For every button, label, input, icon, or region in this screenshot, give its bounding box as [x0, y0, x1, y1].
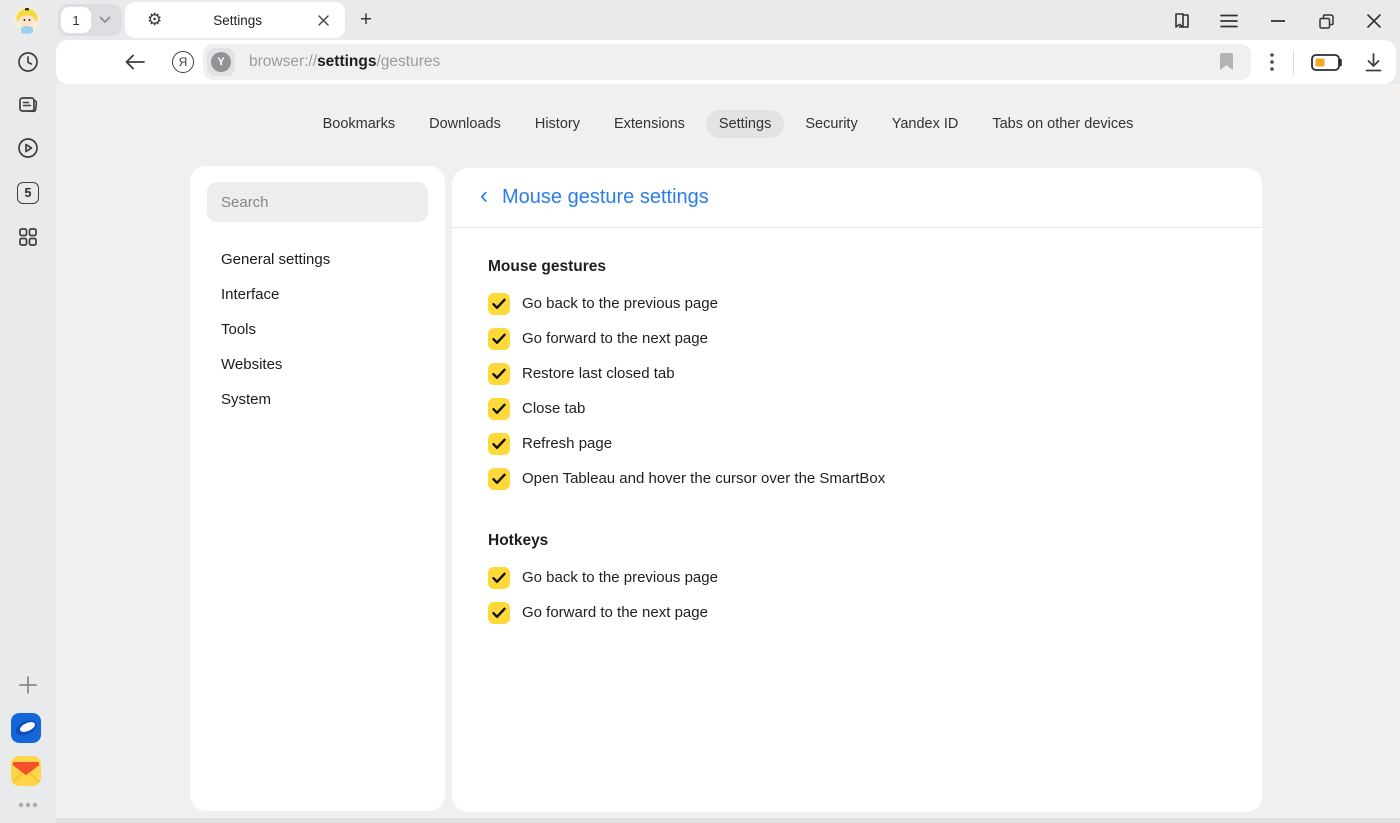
- settings-nav-tab[interactable]: Security: [792, 110, 870, 138]
- tab-group-badge: 1: [61, 7, 91, 33]
- checkbox-label: Go back to the previous page: [522, 295, 718, 312]
- checkbox-row[interactable]: Go back to the previous page: [488, 286, 1226, 321]
- settings-menu-item[interactable]: Websites: [207, 347, 428, 382]
- close-tab-icon[interactable]: [313, 10, 333, 30]
- feed-icon[interactable]: [12, 89, 44, 121]
- mouse-gestures-section: Mouse gestures Go back to the previous p…: [488, 258, 1226, 496]
- gear-icon: ⚙: [147, 10, 162, 30]
- side-panel-icon[interactable]: [1169, 8, 1195, 34]
- address-bar[interactable]: Y browser://settings/gestures: [203, 44, 1251, 80]
- settings-nav-tab[interactable]: Tabs on other devices: [979, 110, 1146, 138]
- kebab-menu-icon[interactable]: [1260, 50, 1284, 74]
- tabs-count-badge: 5: [17, 182, 39, 204]
- tabs-count-icon[interactable]: 5: [12, 177, 44, 209]
- settings-nav-tab[interactable]: Yandex ID: [879, 110, 972, 138]
- settings-nav-tab[interactable]: Bookmarks: [310, 110, 409, 138]
- checkbox-checked-icon[interactable]: [488, 363, 510, 385]
- section-heading: Hotkeys: [488, 532, 1226, 550]
- checkbox-checked-icon[interactable]: [488, 398, 510, 420]
- settings-nav-tab[interactable]: Extensions: [601, 110, 698, 138]
- section-heading: Mouse gestures: [488, 258, 1226, 276]
- new-tab-button[interactable]: +: [354, 8, 378, 32]
- profile-avatar[interactable]: [13, 6, 41, 34]
- downloads-icon[interactable]: [1361, 50, 1385, 74]
- maximize-icon[interactable]: [1313, 8, 1339, 34]
- tab-settings[interactable]: ⚙ Settings: [125, 2, 345, 38]
- checkbox-row[interactable]: Refresh page: [488, 426, 1226, 461]
- settings-menu-item[interactable]: Tools: [207, 312, 428, 347]
- checkbox-checked-icon[interactable]: [488, 293, 510, 315]
- checkbox-label: Close tab: [522, 400, 585, 417]
- apps-grid-icon[interactable]: [12, 221, 44, 253]
- settings-nav-tab[interactable]: History: [522, 110, 593, 138]
- checkbox-row[interactable]: Open Tableau and hover the cursor over t…: [488, 461, 1226, 496]
- checkbox-label: Go back to the previous page: [522, 569, 718, 586]
- mail-app-icon[interactable]: [11, 756, 41, 786]
- page-title[interactable]: Mouse gesture settings: [502, 186, 709, 209]
- settings-page: Bookmarks Downloads History Extensions S…: [56, 84, 1400, 818]
- url-host: settings: [317, 53, 376, 70]
- checkbox-checked-icon[interactable]: [488, 433, 510, 455]
- settings-top-nav: Bookmarks Downloads History Extensions S…: [56, 110, 1400, 138]
- settings-menu-item[interactable]: System: [207, 382, 428, 417]
- settings-content-card: ‹ Mouse gesture settings Mouse gestures …: [452, 168, 1262, 812]
- window-bottom-edge: [56, 818, 1400, 823]
- content-header: ‹ Mouse gesture settings: [452, 168, 1262, 228]
- checkbox-label: Open Tableau and hover the cursor over t…: [522, 470, 885, 487]
- close-icon[interactable]: [1361, 8, 1387, 34]
- yandex-start-icon[interactable]: Я: [171, 50, 195, 74]
- checkbox-checked-icon[interactable]: [488, 468, 510, 490]
- settings-nav-tab[interactable]: Downloads: [416, 110, 514, 138]
- menu-icon[interactable]: [1216, 8, 1242, 34]
- checkbox-row[interactable]: Go forward to the next page: [488, 595, 1226, 630]
- hotkeys-section: Hotkeys Go back to the previous page: [488, 532, 1226, 630]
- checkbox-row[interactable]: Go back to the previous page: [488, 560, 1226, 595]
- url-scheme: browser://: [249, 53, 317, 70]
- history-icon[interactable]: [12, 46, 44, 78]
- site-badge-icon[interactable]: Y: [207, 48, 235, 76]
- settings-menu: General settings Interface Tools Website…: [207, 242, 428, 417]
- settings-menu-item[interactable]: Interface: [207, 277, 428, 312]
- tab-group-selector[interactable]: 1: [58, 4, 122, 36]
- battery-icon[interactable]: [1310, 50, 1344, 74]
- browser-toolbar: Я Y browser://settings/gestures: [56, 40, 1396, 84]
- search-input[interactable]: [207, 194, 434, 211]
- checkbox-label: Go forward to the next page: [522, 604, 708, 621]
- url-text: browser://settings/gestures: [249, 53, 440, 71]
- checkbox-label: Go forward to the next page: [522, 330, 708, 347]
- back-icon[interactable]: [123, 50, 147, 74]
- checkbox-row[interactable]: Restore last closed tab: [488, 356, 1226, 391]
- settings-sidebar-card: General settings Interface Tools Website…: [190, 166, 445, 811]
- mouse-gestures-list: Go back to the previous page Go forward …: [488, 286, 1226, 496]
- add-icon[interactable]: [12, 669, 44, 701]
- window-sidebar: 5: [0, 0, 56, 823]
- checkbox-row[interactable]: Go forward to the next page: [488, 321, 1226, 356]
- minimize-icon[interactable]: [1265, 8, 1291, 34]
- back-chevron-icon[interactable]: ‹: [472, 184, 496, 212]
- url-path: /gestures: [377, 53, 441, 70]
- checkbox-label: Refresh page: [522, 435, 612, 452]
- hotkeys-list: Go back to the previous page Go forward …: [488, 560, 1226, 630]
- checkbox-row[interactable]: Close tab: [488, 391, 1226, 426]
- tab-title: Settings: [162, 13, 313, 28]
- search-box[interactable]: [207, 182, 428, 222]
- settings-menu-item[interactable]: General settings: [207, 242, 428, 277]
- toolbar-divider: [1293, 50, 1294, 74]
- checkbox-checked-icon[interactable]: [488, 567, 510, 589]
- settings-nav-tab[interactable]: Settings: [706, 110, 784, 138]
- checkbox-checked-icon[interactable]: [488, 328, 510, 350]
- tab-bar: 1 ⚙ Settings +: [56, 0, 1400, 40]
- video-icon[interactable]: [12, 132, 44, 164]
- more-icon[interactable]: [12, 789, 44, 821]
- chevron-down-icon[interactable]: [99, 16, 111, 24]
- bookmark-icon[interactable]: [1220, 53, 1233, 70]
- checkbox-checked-icon[interactable]: [488, 602, 510, 624]
- checkbox-label: Restore last closed tab: [522, 365, 675, 382]
- disk-app-icon[interactable]: [11, 713, 41, 743]
